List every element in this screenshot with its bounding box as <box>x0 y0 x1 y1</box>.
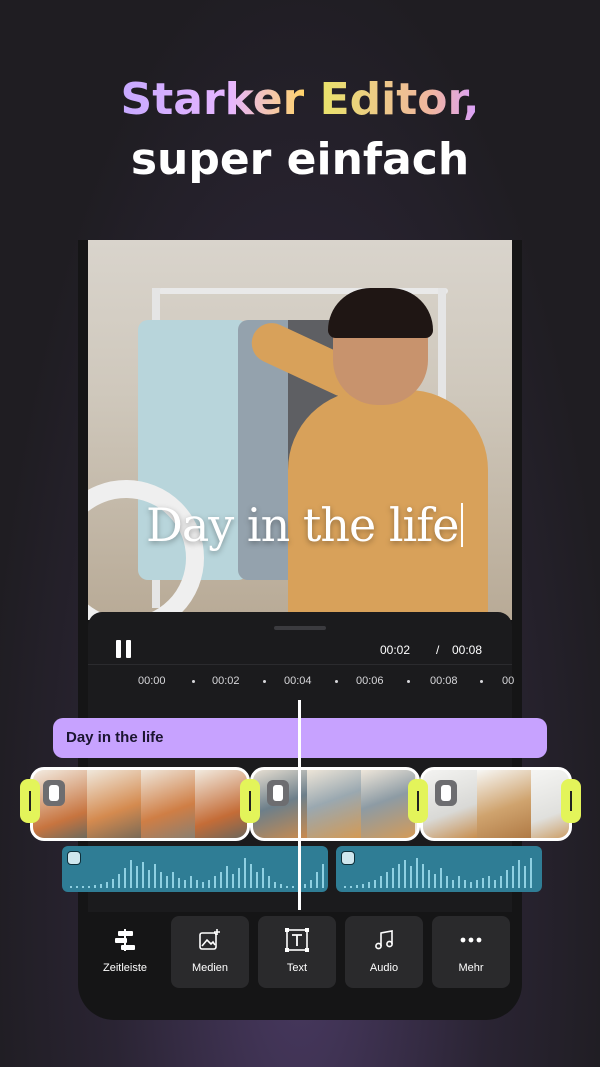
ruler-dot <box>192 680 195 683</box>
clip-frame <box>477 770 531 838</box>
marketing-headline: Starker Editor, super einfach <box>0 70 600 190</box>
audio-track-1[interactable] <box>62 846 328 892</box>
waveform-icon <box>344 858 532 888</box>
time-separator: / <box>436 643 440 657</box>
total-time: 00:08 <box>452 643 483 657</box>
clip-frame <box>307 770 361 838</box>
music-icon <box>375 930 393 950</box>
video-clip-3[interactable] <box>420 767 572 841</box>
timeline-icon <box>115 929 135 951</box>
ruler-tick: 00:02 <box>212 675 240 687</box>
person-hair <box>328 288 433 338</box>
ruler-tick: 00 <box>502 675 515 687</box>
trim-handle[interactable] <box>240 779 260 823</box>
clip-type-icon <box>435 780 457 806</box>
clip-frame <box>87 770 141 838</box>
tool-label: Medien <box>191 962 229 974</box>
clip-frame <box>141 770 195 838</box>
text-clip-label: Day in the life <box>66 729 164 746</box>
trim-handle-right[interactable] <box>561 779 581 823</box>
ruler-dot <box>480 680 483 683</box>
tool-audio[interactable]: Audio <box>345 916 423 988</box>
tool-label: Audio <box>369 962 399 974</box>
panel-grabber[interactable] <box>274 626 326 630</box>
ruler-dot <box>263 680 266 683</box>
ruler-tick: 00:04 <box>284 675 312 687</box>
video-text-value: Day in the life <box>146 498 460 552</box>
video-preview[interactable]: Day in the life <box>88 240 512 620</box>
more-icon <box>460 937 482 943</box>
text-icon <box>285 928 309 952</box>
playhead[interactable] <box>298 700 301 910</box>
trim-handle[interactable] <box>408 779 428 823</box>
video-clip-1[interactable] <box>30 767 250 841</box>
clip-frame <box>361 770 415 838</box>
video-text-overlay[interactable]: Day in the life <box>146 498 463 552</box>
ruler-dot <box>407 680 410 683</box>
tool-label: Mehr <box>458 962 484 974</box>
ruler-divider <box>88 664 512 665</box>
ruler-tick: 00:00 <box>138 675 166 687</box>
pause-bar-left <box>116 640 121 658</box>
headline-word-starker: Starker <box>120 74 305 125</box>
ruler-tick: 00:06 <box>356 675 384 687</box>
waveform-icon <box>70 858 324 888</box>
headline-word-editor: Editor, <box>319 74 480 125</box>
trim-handle-left[interactable] <box>20 779 40 823</box>
headline-line-2: super einfach <box>130 134 470 185</box>
add-media-icon <box>199 929 220 950</box>
text-caret <box>460 503 463 547</box>
tool-timeline[interactable]: Zeitleiste <box>86 916 164 988</box>
pause-icon[interactable] <box>116 640 132 658</box>
current-time: 00:02 <box>380 643 411 657</box>
tool-label: Text <box>286 962 308 974</box>
tool-more[interactable]: Mehr <box>432 916 510 988</box>
video-clip-2[interactable] <box>250 767 420 841</box>
ruler-tick: 00:08 <box>430 675 458 687</box>
tool-label: Zeitleiste <box>102 962 148 974</box>
clip-type-icon <box>43 780 65 806</box>
tool-media[interactable]: Medien <box>171 916 249 988</box>
clip-type-icon <box>267 780 289 806</box>
tool-text[interactable]: Text <box>258 916 336 988</box>
ruler-dot <box>335 680 338 683</box>
pause-bar-right <box>126 640 131 658</box>
headline-line-1: Starker Editor, <box>0 70 600 130</box>
audio-track-2[interactable] <box>336 846 542 892</box>
bottom-toolbar: Zeitleiste Medien Text Audio Mehr <box>86 916 514 990</box>
